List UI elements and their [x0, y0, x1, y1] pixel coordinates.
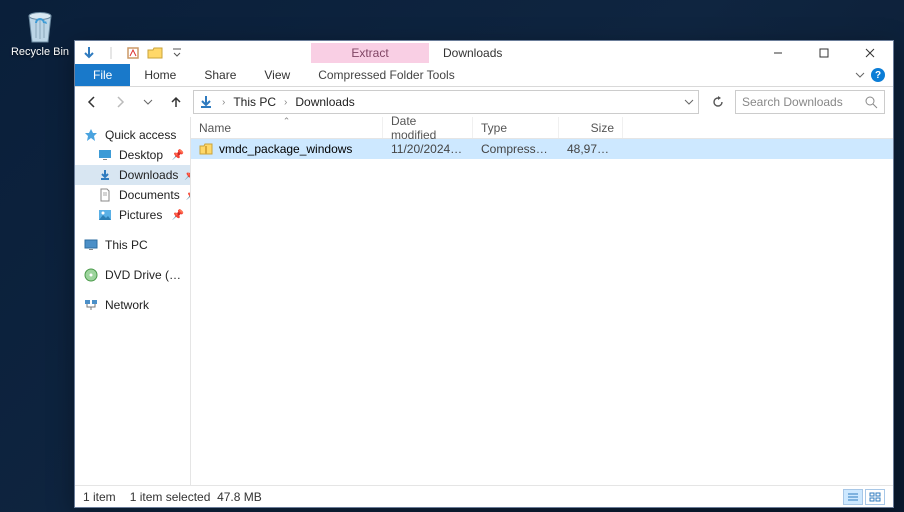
help-icon[interactable]: ?	[871, 68, 885, 82]
pictures-icon	[97, 207, 113, 223]
sidebar-item-label: Downloads	[119, 168, 178, 182]
pin-icon: 📌	[172, 150, 184, 161]
sidebar-item-label: Documents	[119, 188, 180, 202]
forward-button[interactable]	[109, 91, 131, 113]
disc-icon	[83, 267, 99, 283]
chevron-down-icon[interactable]	[855, 70, 865, 80]
file-row[interactable]: vmdc_package_windows 11/20/2024 4:46 AM …	[191, 139, 893, 159]
tab-view[interactable]: View	[250, 64, 304, 86]
pin-icon: 📌	[184, 170, 191, 181]
status-bar: 1 item 1 item selected 47.8 MB	[75, 485, 893, 507]
up-button[interactable]	[165, 91, 187, 113]
qat-divider	[101, 43, 121, 63]
ribbon-tabs: File Home Share View Compressed Folder T…	[75, 64, 893, 87]
maximize-button[interactable]	[801, 41, 847, 64]
column-label: Name	[199, 121, 231, 135]
file-size: 48,978 KB	[559, 142, 623, 156]
search-input[interactable]	[742, 95, 852, 109]
search-box[interactable]	[735, 90, 885, 114]
tab-share[interactable]: Share	[190, 64, 250, 86]
file-name: vmdc_package_windows	[219, 142, 352, 156]
chevron-right-icon[interactable]: ›	[282, 97, 289, 108]
close-button[interactable]	[847, 41, 893, 64]
star-icon	[83, 127, 99, 143]
qat-customize-icon[interactable]	[167, 43, 187, 63]
quick-access-toolbar	[75, 41, 191, 64]
sidebar-pictures[interactable]: Pictures 📌	[75, 205, 190, 225]
tab-compressed-tools[interactable]: Compressed Folder Tools	[304, 64, 469, 86]
sidebar-item-label: This PC	[105, 238, 148, 252]
chevron-down-icon[interactable]	[684, 97, 694, 107]
tab-home[interactable]: Home	[130, 64, 190, 86]
view-large-icons-button[interactable]	[865, 489, 885, 505]
breadcrumb-downloads[interactable]: Downloads	[293, 95, 356, 109]
window-title: Downloads	[443, 46, 502, 60]
file-list-pane: ⌃ Name Date modified Type Size vmdc_pack…	[191, 117, 893, 485]
navigation-bar: › This PC › Downloads	[75, 87, 893, 117]
this-pc-icon	[83, 237, 99, 253]
refresh-button[interactable]	[707, 91, 729, 113]
column-header-type[interactable]: Type	[473, 117, 559, 138]
titlebar: Extract Downloads	[75, 41, 893, 64]
address-bar[interactable]: › This PC › Downloads	[193, 90, 699, 114]
desktop-recycle-bin[interactable]: Recycle Bin	[10, 6, 70, 58]
sidebar-desktop[interactable]: Desktop 📌	[75, 145, 190, 165]
search-icon	[865, 96, 878, 109]
file-date: 11/20/2024 4:46 AM	[383, 142, 473, 156]
breadcrumb-this-pc[interactable]: This PC	[231, 95, 278, 109]
view-details-button[interactable]	[843, 489, 863, 505]
zip-file-icon	[199, 142, 213, 156]
network-icon	[83, 297, 99, 313]
column-label: Date modified	[391, 114, 464, 142]
sort-arrow-icon: ⌃	[283, 116, 291, 127]
sidebar-network[interactable]: Network	[75, 295, 190, 315]
column-header-name[interactable]: ⌃ Name	[191, 117, 383, 138]
column-headers: ⌃ Name Date modified Type Size	[191, 117, 893, 139]
column-header-date[interactable]: Date modified	[383, 117, 473, 138]
sidebar-item-label: Network	[105, 298, 149, 312]
sidebar-downloads[interactable]: Downloads 📌	[75, 165, 190, 185]
file-type: Compressed (zipp...	[473, 142, 559, 156]
column-label: Size	[591, 121, 614, 135]
sidebar-item-label: Pictures	[119, 208, 162, 222]
column-label: Type	[481, 121, 507, 135]
file-rows: vmdc_package_windows 11/20/2024 4:46 AM …	[191, 139, 893, 485]
status-item-count: 1 item	[83, 490, 116, 504]
chevron-right-icon[interactable]: ›	[220, 97, 227, 108]
recycle-bin-icon	[23, 6, 57, 44]
sidebar-item-label: Quick access	[105, 128, 176, 142]
downloads-icon	[97, 167, 113, 183]
pin-icon: 📌	[172, 210, 184, 221]
sidebar-documents[interactable]: Documents 📌	[75, 185, 190, 205]
sidebar-item-label: DVD Drive (D:) SSS_X64	[105, 268, 184, 282]
window-controls	[755, 41, 893, 64]
contextual-tool-tab[interactable]: Extract	[311, 43, 429, 63]
sidebar-this-pc[interactable]: This PC	[75, 235, 190, 255]
sidebar-quick-access[interactable]: Quick access	[75, 125, 190, 145]
tab-file[interactable]: File	[75, 64, 130, 86]
desktop-recycle-bin-label: Recycle Bin	[11, 46, 69, 58]
minimize-button[interactable]	[755, 41, 801, 64]
desktop-icon	[97, 147, 113, 163]
back-button[interactable]	[81, 91, 103, 113]
documents-icon	[97, 187, 113, 203]
properties-icon[interactable]	[123, 43, 143, 63]
new-folder-icon[interactable]	[145, 43, 165, 63]
recent-locations-button[interactable]	[137, 91, 159, 113]
status-selected: 1 item selected 47.8 MB	[130, 490, 262, 504]
sidebar-item-label: Desktop	[119, 148, 163, 162]
downloads-icon	[198, 94, 214, 110]
folder-icon[interactable]	[79, 43, 99, 63]
column-header-size[interactable]: Size	[559, 117, 623, 138]
sidebar-dvd-drive[interactable]: DVD Drive (D:) SSS_X64	[75, 265, 190, 285]
navigation-pane: Quick access Desktop 📌 Downloads 📌 Docum…	[75, 117, 191, 485]
explorer-window: Extract Downloads File Home Share View C…	[74, 40, 894, 508]
